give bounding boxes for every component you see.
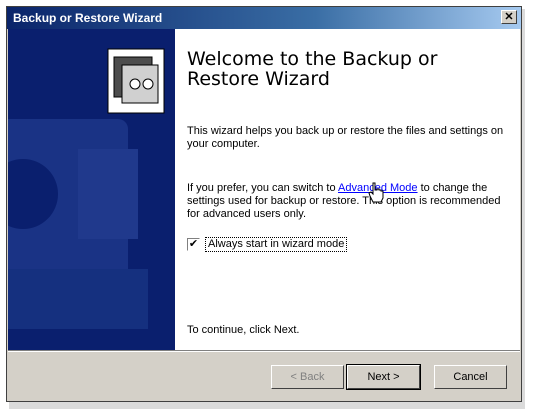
backup-tape-icon: [8, 48, 165, 329]
window-title: Backup or Restore Wizard: [13, 11, 163, 25]
close-button[interactable]: ✕: [501, 10, 517, 24]
intro-text: This wizard helps you back up or restore…: [187, 125, 504, 150]
footer-divider: [8, 350, 520, 351]
continue-text: To continue, click Next.: [187, 324, 300, 336]
title-bar[interactable]: Backup or Restore Wizard ✕: [7, 7, 521, 29]
banner-panel-shape: [78, 149, 138, 239]
advanced-prefix: If you prefer, you can switch to: [187, 182, 339, 194]
wizard-mode-label[interactable]: Always start in wizard mode: [205, 237, 348, 252]
button-bar: < Back Next > Cancel: [8, 350, 520, 400]
advanced-mode-text: If you prefer, you can switch to Advance…: [187, 182, 507, 221]
page-title: Welcome to the Backup or Restore Wizard: [187, 48, 438, 90]
wizard-side-banner: [8, 29, 175, 351]
wizard-content: Welcome to the Backup or Restore Wizard …: [175, 29, 520, 351]
wizard-window: Backup or Restore Wizard ✕ Welcome to th…: [6, 6, 522, 402]
back-button[interactable]: < Back: [271, 365, 344, 389]
hand-cursor-icon: [368, 182, 384, 203]
next-button[interactable]: Next >: [346, 364, 421, 390]
close-icon: ✕: [504, 11, 514, 23]
wizard-icon: [107, 48, 165, 114]
banner-base-shape: [8, 269, 148, 329]
checkmark-icon: ✔: [188, 238, 199, 250]
wizard-mode-checkbox[interactable]: ✔: [187, 238, 200, 251]
cancel-button[interactable]: Cancel: [434, 365, 507, 389]
